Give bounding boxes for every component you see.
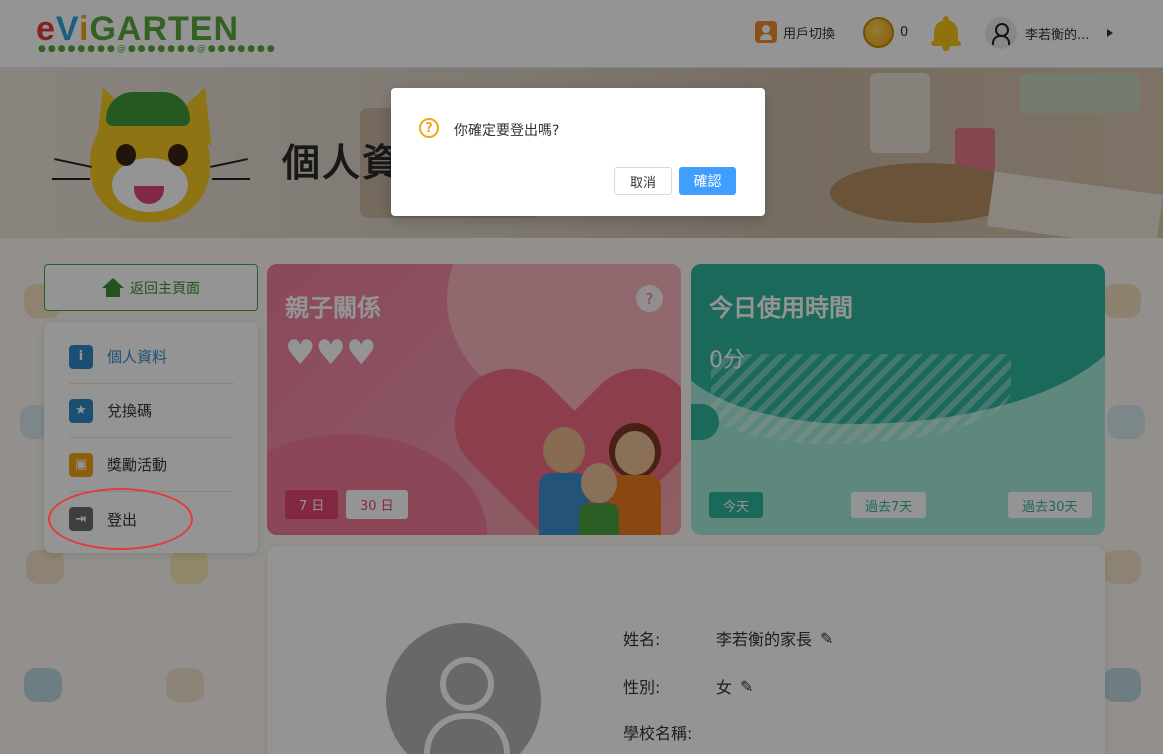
logout-confirm-dialog: ? 你確定要登出嗎? 取消 確認 — [391, 88, 765, 216]
logout-highlight-circle — [48, 488, 193, 550]
cancel-button[interactable]: 取消 — [614, 167, 672, 195]
dialog-message: 你確定要登出嗎? — [454, 123, 560, 139]
confirm-button[interactable]: 確認 — [679, 167, 736, 195]
question-icon: ? — [419, 118, 439, 138]
